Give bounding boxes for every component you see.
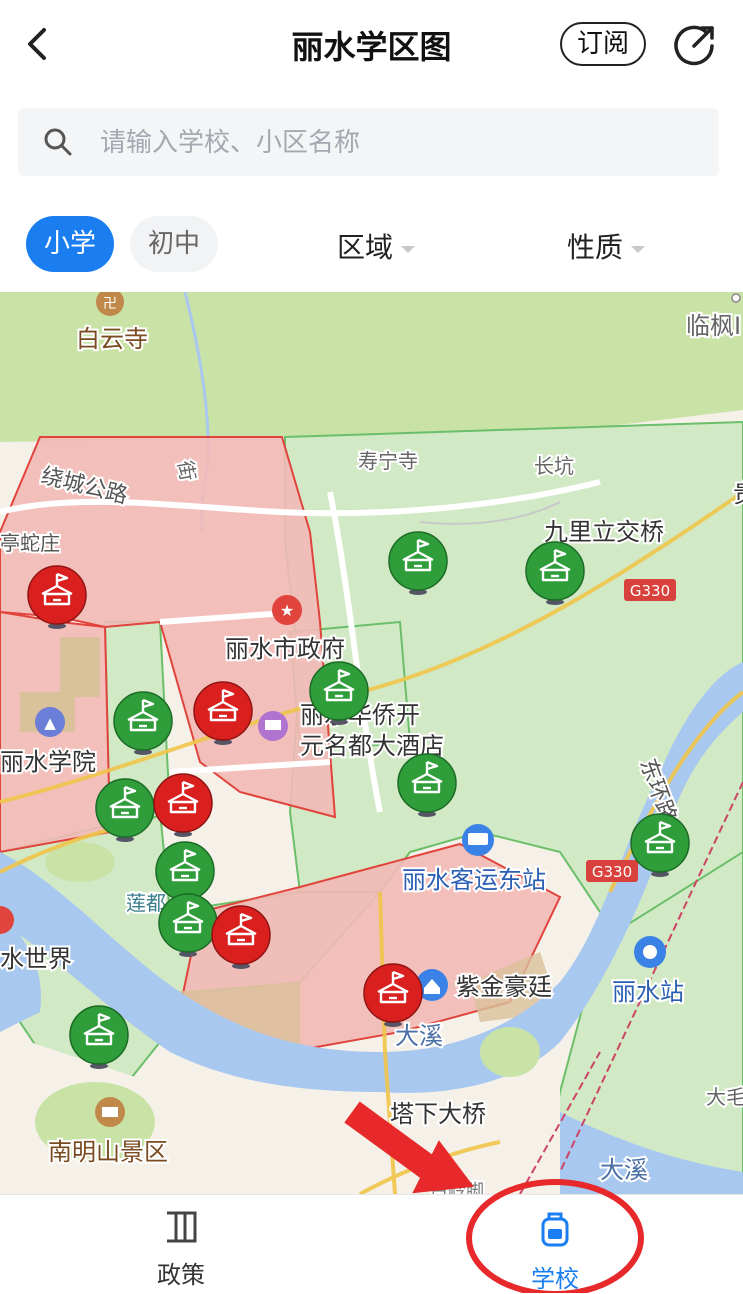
region-dropdown[interactable]: 区域 [337, 226, 416, 266]
search-placeholder: 请输入学校、小区名称 [100, 128, 361, 158]
bottom-tab-bar: 政策 学校 [0, 1194, 743, 1294]
top-bar: 丽水学区图 订阅 [0, 0, 743, 90]
map-label: 丽水客运东站 [402, 866, 546, 894]
svg-text:★: ★ [280, 601, 294, 620]
tab-policy[interactable]: 政策 [121, 1209, 241, 1290]
map-label: 丽水市政府 [225, 635, 345, 663]
map-label: 亭蛇庄 [0, 531, 60, 555]
map-label: 白岭脚 [430, 1181, 484, 1194]
subscribe-button[interactable]: 订阅 [560, 22, 646, 66]
map-label: 贵 [733, 480, 743, 508]
search-input[interactable]: 请输入学校、小区名称 [18, 108, 719, 176]
school-district-map[interactable]: 卍 ★ ▲ G330 G330 白云寺 临枫I 寿宁寺 长坑 绕城公路 亭蛇庄 … [0, 292, 743, 1194]
map-label: 临枫I [686, 312, 741, 340]
svg-text:卍: 卍 [103, 296, 117, 312]
map-label: 南明山景区 [48, 1138, 168, 1166]
map-label: 塔下大桥 [390, 1100, 486, 1128]
tab-school-label: 学校 [531, 1265, 579, 1293]
nature-dropdown[interactable]: 性质 [567, 226, 646, 266]
policy-icon [167, 1211, 197, 1243]
svg-text:▲: ▲ [44, 714, 56, 732]
highway-shield: G330 [586, 860, 638, 882]
tab-policy-label: 政策 [157, 1261, 205, 1289]
map-label: 紫金豪廷 [456, 973, 552, 1001]
map-label: 寿宁寺 [358, 449, 418, 473]
tab-middle-school[interactable]: 初中 [130, 216, 218, 272]
chevron-down-icon [401, 245, 416, 253]
svg-text:G330: G330 [630, 582, 670, 600]
map-label: 丽水学院 [0, 748, 96, 776]
backpack-icon [541, 1212, 569, 1247]
government-icon: ★ [272, 595, 302, 625]
region-dropdown-label: 区域 [337, 231, 394, 264]
map-label: 九里立交桥 [544, 518, 664, 546]
map-label: 街 [173, 459, 200, 483]
tab-school[interactable]: 学校 [495, 1209, 615, 1294]
search-icon [42, 126, 74, 158]
share-icon[interactable] [672, 22, 718, 68]
map-label: 水世界 [0, 945, 72, 973]
chevron-down-icon [631, 245, 646, 253]
svg-text:G330: G330 [592, 863, 632, 881]
tab-primary-school[interactable]: 小学 [26, 216, 114, 272]
nature-dropdown-label: 性质 [567, 231, 624, 264]
map-label: 长坑 [534, 454, 574, 478]
location-dot [731, 293, 741, 303]
scenic-icon [95, 1097, 125, 1127]
train-station-icon [634, 936, 666, 968]
hotel-icon [258, 711, 288, 741]
map-label: 白云寺 [76, 325, 148, 353]
highway-shield: G330 [624, 579, 676, 601]
map-label: 丽水站 [612, 978, 684, 1006]
bus-station-icon [462, 824, 494, 856]
map-label: 大溪 [600, 1156, 648, 1184]
map-label: 大毛 [706, 1085, 743, 1109]
university-icon: ▲ [35, 707, 65, 737]
map-label: 大溪 [395, 1022, 443, 1050]
map-label: 莲都 [126, 891, 166, 915]
filter-bar: 小学 初中 区域 性质 [0, 210, 743, 280]
